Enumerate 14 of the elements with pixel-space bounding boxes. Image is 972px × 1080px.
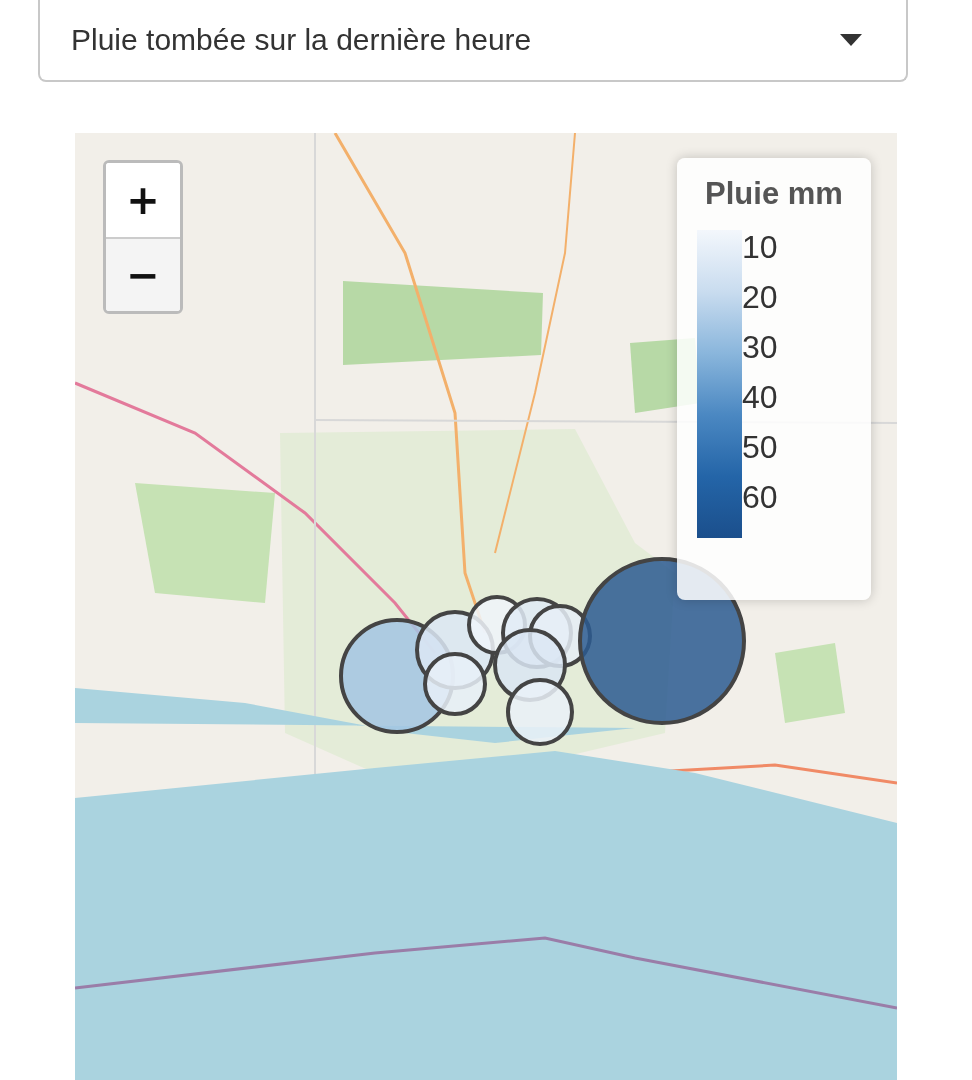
zoom-out-button[interactable]: −	[106, 237, 180, 311]
legend-tick-label: 10	[742, 228, 778, 267]
legend-tick-label: 50	[742, 428, 778, 467]
legend-tick-label: 60	[742, 478, 778, 517]
rain-circle-marker[interactable]	[423, 652, 487, 716]
legend-tick-label: 30	[742, 328, 778, 367]
select-value: Pluie tombée sur la dernière heure	[71, 23, 532, 57]
legend-title: Pluie mm	[704, 176, 844, 212]
layer-select[interactable]: Pluie tombée sur la dernière heure	[38, 0, 908, 82]
rain-circle-marker[interactable]	[578, 557, 746, 725]
caret-icon	[840, 34, 862, 46]
rain-circle-marker[interactable]	[506, 678, 574, 746]
legend-tick-label: 40	[742, 378, 778, 417]
legend-tick-label: 20	[742, 278, 778, 317]
